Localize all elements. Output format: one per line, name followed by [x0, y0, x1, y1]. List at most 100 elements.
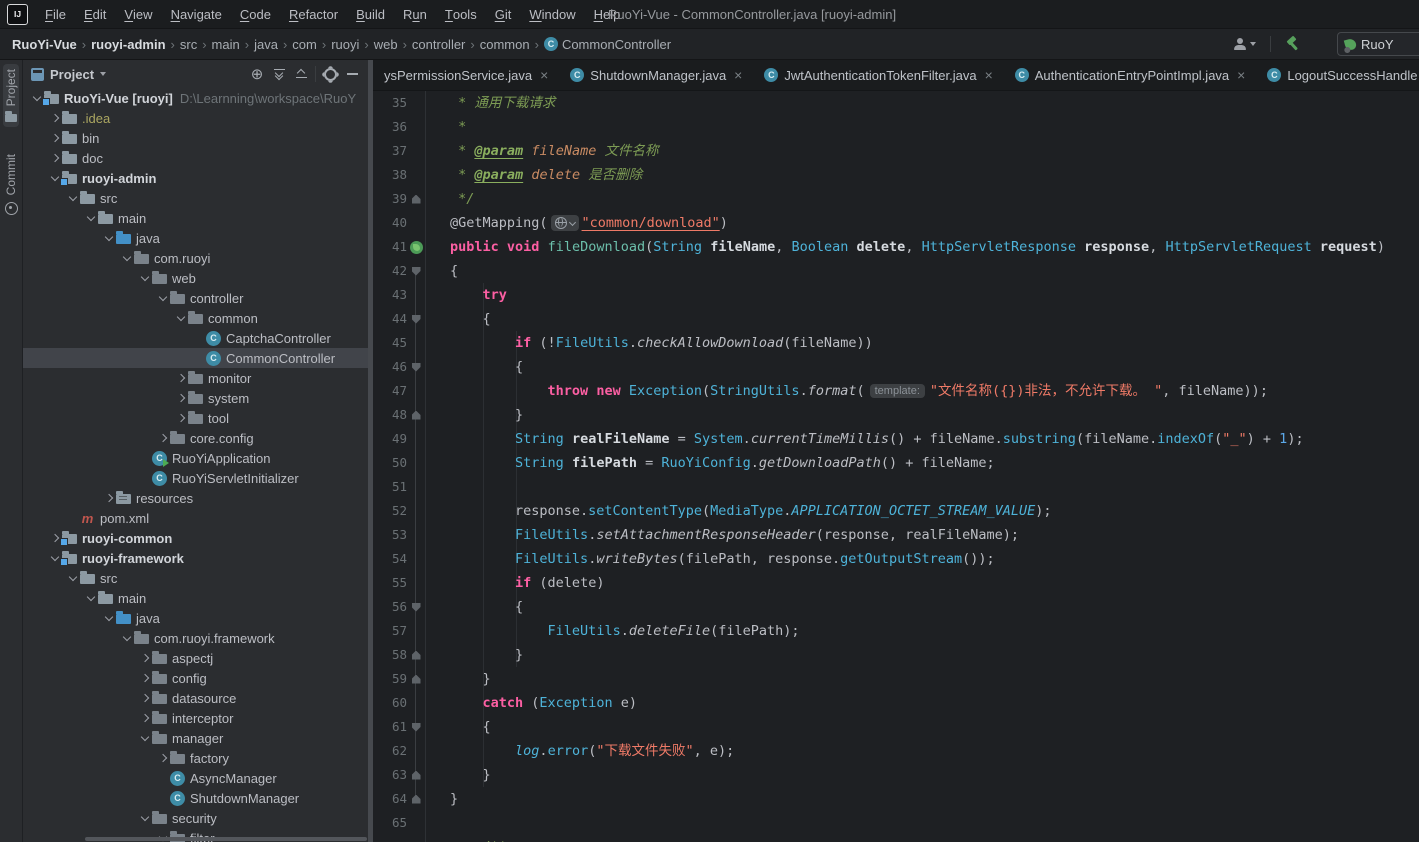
- chevron-collapsed-icon[interactable]: [47, 135, 62, 141]
- code-line-55[interactable]: 55 if (delete): [373, 571, 1419, 595]
- tree-item-captchacontroller[interactable]: CCaptchaController: [23, 328, 368, 348]
- fold-marker-icon[interactable]: [412, 195, 421, 204]
- fold-marker-icon[interactable]: [412, 363, 421, 372]
- line-number[interactable]: 44: [373, 307, 407, 331]
- user-menu-button[interactable]: [1233, 36, 1256, 52]
- code-line-41[interactable]: 41public void fileDownload(String fileNa…: [373, 235, 1419, 259]
- line-number[interactable]: 53: [373, 523, 407, 547]
- breadcrumb-item-main[interactable]: main: [212, 37, 240, 52]
- code-line-49[interactable]: 49 String realFileName = System.currentT…: [373, 427, 1419, 451]
- project-panel-title[interactable]: Project: [50, 67, 94, 82]
- breadcrumb-item-common[interactable]: common: [480, 37, 530, 52]
- tree-item-src[interactable]: src: [23, 188, 368, 208]
- line-number[interactable]: 37: [373, 139, 407, 163]
- breadcrumb-item-controller[interactable]: controller: [412, 37, 465, 52]
- tree-item-java[interactable]: java: [23, 608, 368, 628]
- chevron-expanded-icon[interactable]: [65, 576, 80, 580]
- close-icon[interactable]: ×: [734, 67, 742, 83]
- chevron-down-icon[interactable]: [100, 72, 106, 76]
- line-number[interactable]: 36: [373, 115, 407, 139]
- tree-item-java[interactable]: java: [23, 228, 368, 248]
- chevron-expanded-icon[interactable]: [101, 616, 116, 620]
- tree-item-main[interactable]: main: [23, 208, 368, 228]
- tree-item-resources[interactable]: resources: [23, 488, 368, 508]
- menu-refactor[interactable]: Refactor: [280, 0, 347, 28]
- code-line-64[interactable]: 64}: [373, 787, 1419, 811]
- code-line-35[interactable]: 35 * 通用下载请求: [373, 91, 1419, 115]
- expand-all-button[interactable]: [271, 66, 287, 82]
- line-number[interactable]: 39: [373, 187, 407, 211]
- code-line-48[interactable]: 48 }: [373, 403, 1419, 427]
- code-line-61[interactable]: 61 {: [373, 715, 1419, 739]
- url-mapping-gutter-icon[interactable]: [410, 241, 423, 254]
- breadcrumb-item-commoncontroller[interactable]: CCommonController: [544, 37, 671, 52]
- chevron-collapsed-icon[interactable]: [173, 375, 188, 381]
- code-line-57[interactable]: 57 FileUtils.deleteFile(filePath);: [373, 619, 1419, 643]
- code-line-56[interactable]: 56 {: [373, 595, 1419, 619]
- chevron-expanded-icon[interactable]: [101, 236, 116, 240]
- line-number[interactable]: 35: [373, 91, 407, 115]
- line-number[interactable]: 54: [373, 547, 407, 571]
- code-line-45[interactable]: 45 if (!FileUtils.checkAllowDownload(fil…: [373, 331, 1419, 355]
- line-number[interactable]: 52: [373, 499, 407, 523]
- menu-window[interactable]: Window: [520, 0, 584, 28]
- code-line-65[interactable]: 65: [373, 811, 1419, 835]
- chevron-expanded-icon[interactable]: [173, 316, 188, 320]
- chevron-expanded-icon[interactable]: [137, 736, 152, 740]
- close-icon[interactable]: ×: [1237, 67, 1245, 83]
- tree-item-datasource[interactable]: datasource: [23, 688, 368, 708]
- stripe-button-project[interactable]: Project: [3, 64, 19, 127]
- fold-marker-icon[interactable]: [412, 315, 421, 324]
- code-line-38[interactable]: 38 * @param delete 是否删除: [373, 163, 1419, 187]
- tree-item-asyncmanager[interactable]: CAsyncManager: [23, 768, 368, 788]
- tree-item-ruoyi-vue-ruoyi[interactable]: RuoYi-Vue [ruoyi]D:\Learnning\workspace\…: [23, 88, 368, 108]
- chevron-expanded-icon[interactable]: [137, 816, 152, 820]
- tree-item-tool[interactable]: tool: [23, 408, 368, 428]
- tree-item-core-config[interactable]: core.config: [23, 428, 368, 448]
- line-number[interactable]: 65: [373, 811, 407, 835]
- chevron-collapsed-icon[interactable]: [155, 435, 170, 441]
- chevron-expanded-icon[interactable]: [83, 216, 98, 220]
- line-number[interactable]: 49: [373, 427, 407, 451]
- breadcrumb-item-com[interactable]: com: [292, 37, 317, 52]
- tree-item-ruoyi-common[interactable]: ruoyi-common: [23, 528, 368, 548]
- code-line-39[interactable]: 39 */: [373, 187, 1419, 211]
- code-line-37[interactable]: 37 * @param fileName 文件名称: [373, 139, 1419, 163]
- breadcrumb-item-src[interactable]: src: [180, 37, 197, 52]
- line-number[interactable]: 58: [373, 643, 407, 667]
- line-number[interactable]: 64: [373, 787, 407, 811]
- chevron-collapsed-icon[interactable]: [173, 395, 188, 401]
- line-number[interactable]: 57: [373, 619, 407, 643]
- tab-authenticationentrypointimpl-java[interactable]: CAuthenticationEntryPointImpl.java×: [1004, 60, 1257, 90]
- hide-panel-button[interactable]: [344, 66, 360, 82]
- menu-build[interactable]: Build: [347, 0, 394, 28]
- tree-item-pom-xml[interactable]: mpom.xml: [23, 508, 368, 528]
- chevron-collapsed-icon[interactable]: [137, 695, 152, 701]
- chevron-collapsed-icon[interactable]: [47, 155, 62, 161]
- fold-marker-icon[interactable]: [412, 675, 421, 684]
- tree-item-com-ruoyi-framework[interactable]: com.ruoyi.framework: [23, 628, 368, 648]
- breadcrumb-item-ruoyi[interactable]: ruoyi: [331, 37, 359, 52]
- code-line-42[interactable]: 42{: [373, 259, 1419, 283]
- line-number[interactable]: 47: [373, 379, 407, 403]
- menu-file[interactable]: File: [36, 0, 75, 28]
- line-number[interactable]: 38: [373, 163, 407, 187]
- code-line-40[interactable]: 40@GetMapping("common/download"): [373, 211, 1419, 235]
- tab-shutdownmanager-java[interactable]: CShutdownManager.java×: [559, 60, 753, 90]
- breadcrumb-item-web[interactable]: web: [374, 37, 398, 52]
- tree-item-aspectj[interactable]: aspectj: [23, 648, 368, 668]
- tree-item-main[interactable]: main: [23, 588, 368, 608]
- fold-marker-icon[interactable]: [412, 411, 421, 420]
- breadcrumb-item-ruoyi-vue[interactable]: RuoYi-Vue: [12, 37, 77, 52]
- menu-code[interactable]: Code: [231, 0, 280, 28]
- fold-marker-icon[interactable]: [412, 603, 421, 612]
- menu-view[interactable]: View: [115, 0, 161, 28]
- code-line-36[interactable]: 36 *: [373, 115, 1419, 139]
- line-number[interactable]: 41: [373, 235, 407, 259]
- menu-edit[interactable]: Edit: [75, 0, 115, 28]
- code-line-46[interactable]: 46 {: [373, 355, 1419, 379]
- line-number[interactable]: 60: [373, 691, 407, 715]
- tree-item-bin[interactable]: bin: [23, 128, 368, 148]
- tree-item-src[interactable]: src: [23, 568, 368, 588]
- fold-marker-icon[interactable]: [412, 795, 421, 804]
